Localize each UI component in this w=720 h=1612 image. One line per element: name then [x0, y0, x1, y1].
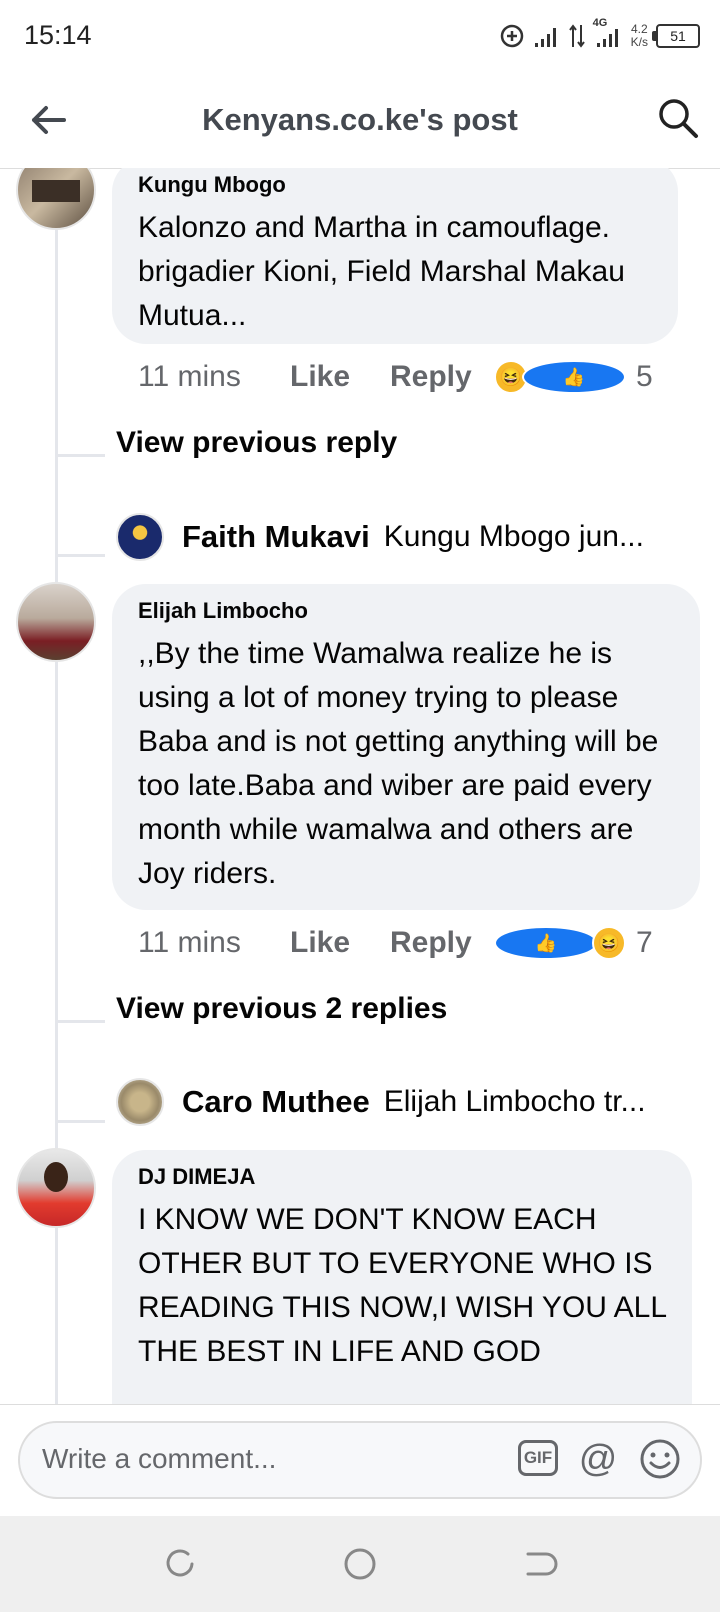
reply-preview[interactable]: Faith Mukavi Kungu Mbogo jun...	[116, 513, 696, 561]
data-transfer-icon	[568, 24, 585, 48]
reply-author[interactable]: Faith Mukavi	[182, 519, 370, 555]
reply-button[interactable]: Reply	[390, 360, 494, 394]
reply-text: Kungu Mbogo jun...	[383, 520, 644, 553]
signal-icon-1	[534, 28, 556, 47]
haha-reaction-icon: 😆	[592, 926, 626, 960]
comment-actions: 11 mins Like Reply 👍 😆 7	[138, 926, 653, 960]
comment-placeholder: Write a comment...	[42, 1443, 277, 1474]
mention-icon[interactable]: @	[576, 1437, 620, 1481]
comment-time[interactable]: 11 mins	[138, 926, 290, 960]
comment-text: I KNOW WE DON'T KNOW EACH OTHER BUT TO E…	[138, 1203, 666, 1368]
page-title: Kenyans.co.ke's post	[202, 102, 518, 137]
avatar[interactable]	[16, 582, 96, 662]
like-button[interactable]: Like	[290, 360, 390, 394]
status-time: 15:14	[24, 20, 92, 50]
battery-icon: 51	[652, 24, 700, 48]
thread-branch	[55, 1020, 105, 1023]
app-bar: Kenyans.co.ke's post	[0, 72, 720, 169]
reply-text: Elijah Limbocho tr...	[383, 1085, 646, 1118]
avatar[interactable]	[116, 1078, 164, 1126]
thread-branch	[55, 1120, 105, 1123]
comment-text: Kalonzo and Martha in camouflage. brigad…	[138, 211, 625, 332]
comment-author[interactable]: DJ DIMEJA	[138, 1164, 668, 1190]
status-icons: 4G 4.2 K/s 51	[499, 17, 700, 54]
comment-author[interactable]: Elijah Limbocho	[138, 598, 676, 624]
home-icon[interactable]	[342, 1546, 378, 1582]
like-button[interactable]: Like	[290, 926, 390, 960]
network-speed: 4.2 K/s	[631, 23, 648, 49]
reply-button[interactable]: Reply	[390, 926, 494, 960]
gif-button[interactable]: GIF	[518, 1440, 558, 1476]
emoji-icon[interactable]	[638, 1437, 682, 1481]
recent-apps-icon[interactable]	[162, 1546, 198, 1582]
reply-author[interactable]: Caro Muthee	[182, 1084, 370, 1120]
back-icon[interactable]	[522, 1546, 558, 1582]
data-saver-icon	[500, 24, 523, 48]
avatar[interactable]	[16, 1148, 96, 1228]
like-reaction-icon: 👍	[522, 360, 626, 394]
reaction-count[interactable]: 5	[636, 360, 653, 394]
reply-preview[interactable]: Caro Muthee Elijah Limbocho tr...	[116, 1078, 696, 1126]
thread-branch	[55, 554, 105, 557]
like-reaction-icon: 👍	[494, 926, 598, 960]
comment-bubble[interactable]: Elijah Limbocho ,,By the time Wamalwa re…	[112, 584, 700, 910]
network-speed-unit: K/s	[630, 35, 648, 49]
comment-time[interactable]: 11 mins	[138, 360, 290, 394]
reactions[interactable]: 👍 😆	[494, 926, 626, 960]
avatar[interactable]	[16, 168, 96, 230]
search-icon[interactable]	[656, 96, 700, 140]
comment-bubble[interactable]: DJ DIMEJA I KNOW WE DON'T KNOW EACH OTHE…	[112, 1150, 692, 1404]
view-previous-replies[interactable]: View previous reply	[116, 426, 397, 460]
comment-composer: Write a comment... GIF @	[0, 1404, 720, 1517]
thread-branch	[55, 454, 105, 457]
system-nav-bar	[0, 1516, 720, 1612]
comment-text: ,,By the time Wamalwa realize he is usin…	[138, 637, 659, 890]
signal-icon-2: 4G	[593, 17, 623, 51]
comment-bubble[interactable]: Kungu Mbogo Kalonzo and Martha in camouf…	[112, 168, 678, 344]
status-bar: 15:14 4G 4.2 K/s 51	[0, 0, 720, 72]
comment-actions: 11 mins Like Reply 😆 👍 5	[138, 360, 653, 394]
comment-input[interactable]: Write a comment... GIF @	[18, 1421, 702, 1499]
reaction-count[interactable]: 7	[636, 926, 653, 960]
comment-author[interactable]: Kungu Mbogo	[138, 172, 654, 198]
avatar[interactable]	[116, 513, 164, 561]
comments-feed[interactable]: Kungu Mbogo Kalonzo and Martha in camouf…	[0, 168, 720, 1404]
view-previous-replies[interactable]: View previous 2 replies	[116, 992, 447, 1026]
thread-line	[55, 1224, 58, 1404]
reactions[interactable]: 😆 👍	[494, 360, 626, 394]
